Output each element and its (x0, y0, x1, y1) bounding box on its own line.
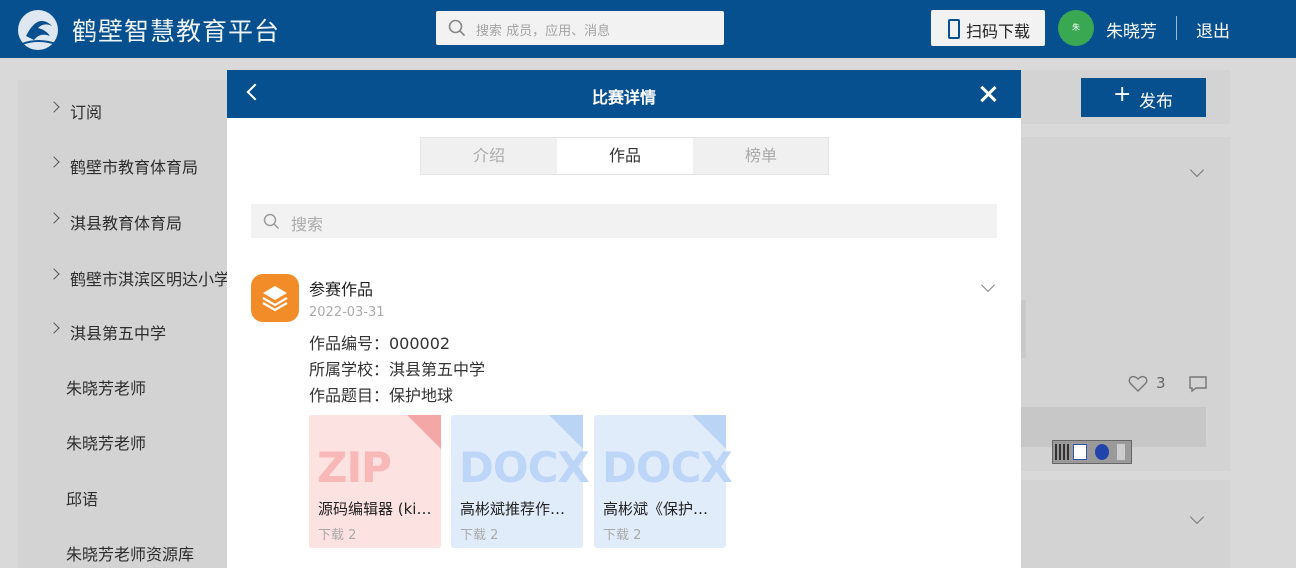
ime-toolbar[interactable] (1052, 440, 1132, 464)
tab-ranking[interactable]: 榜单 (693, 138, 829, 174)
file-download-count: 下载 2 (318, 528, 357, 543)
tab-intro[interactable]: 介绍 (421, 138, 557, 174)
file-card[interactable]: ZIP 源码编辑器 (kitten) 下载 2 (309, 415, 441, 548)
arrow-icon[interactable] (1117, 444, 1125, 460)
contest-detail-modal: 比赛详情 介绍 作品 榜单 搜索 参赛作品 2022-03-31 作品编号：00… (227, 70, 1021, 568)
file-download-count: 下载 2 (603, 528, 642, 543)
search-icon (263, 213, 279, 229)
file-name: 源码编辑器 (kitten) (318, 500, 436, 518)
modal-header: 比赛详情 (227, 70, 1021, 118)
chevron-down-icon[interactable] (1189, 509, 1205, 525)
works-search-input[interactable]: 搜索 (251, 204, 997, 238)
sidebar-subitem[interactable]: 朱晓芳老师资源库 (66, 541, 194, 565)
feed-card (1020, 480, 1230, 568)
plus-icon: + (1113, 82, 1132, 107)
scan-download-label: 扫码下载 (966, 22, 1031, 41)
modal-title: 比赛详情 (591, 88, 656, 107)
chevron-down-icon[interactable] (1189, 162, 1205, 178)
entry-number: 作品编号：000002 (309, 334, 451, 353)
help-icon[interactable] (1095, 444, 1109, 460)
sidebar-subitem[interactable]: 朱晓芳老师 (66, 430, 146, 454)
file-type-label: DOCX (602, 443, 733, 492)
logo-icon (18, 10, 58, 50)
like-count: 3 (1156, 374, 1166, 392)
close-icon[interactable] (976, 82, 1000, 106)
file-name: 高彬斌推荐作品说明 (460, 500, 578, 518)
username[interactable]: 朱晓芳 (1106, 17, 1157, 42)
sidebar-item-label: 淇县教育体育局 (70, 214, 183, 233)
entry-school: 所属学校：淇县第五中学 (309, 360, 486, 379)
entry-title: 参赛作品 (309, 280, 374, 299)
sidebar: 订阅 鹤壁市教育体育局 淇县教育体育局 鹤壁市淇滨区明达小学 淇县第五中学 朱晓… (18, 80, 238, 568)
heart-icon (1128, 375, 1148, 392)
search-placeholder: 搜索 成员，应用、消息 (476, 24, 611, 39)
global-search-input[interactable]: 搜索 成员，应用、消息 (436, 11, 724, 45)
sidebar-subitem[interactable]: 邱语 (66, 486, 98, 510)
publish-label: 发布 (1139, 92, 1173, 112)
search-placeholder: 搜索 (291, 215, 324, 234)
sidebar-item-label: 订阅 (70, 103, 103, 122)
file-download-count: 下载 2 (460, 528, 499, 543)
logout-link[interactable]: 退出 (1196, 17, 1230, 42)
file-card[interactable]: DOCX 高彬斌推荐作品说明 下载 2 (451, 415, 590, 548)
avatar[interactable]: 朱 (1058, 10, 1094, 46)
file-type-label: ZIP (317, 443, 392, 492)
scan-download-button[interactable]: 扫码下载 (931, 10, 1045, 46)
sidebar-item-label: 鹤壁市淇滨区明达小学 (70, 270, 231, 289)
chevron-right-icon (48, 101, 60, 113)
sidebar-item-label: 淇县第五中学 (70, 324, 167, 343)
chevron-right-icon (48, 268, 60, 280)
sidebar-subitem[interactable]: 朱晓芳老师 (66, 375, 146, 399)
chevron-right-icon (48, 322, 60, 334)
entry-date: 2022-03-31 (309, 305, 385, 320)
divider (1176, 16, 1177, 40)
search-icon (448, 19, 466, 37)
file-type-label: DOCX (459, 443, 590, 492)
layers-icon (251, 274, 299, 322)
file-card[interactable]: DOCX 高彬斌《保护地球》 下载 2 (594, 415, 733, 548)
chevron-down-icon[interactable] (980, 277, 996, 293)
brand-title: 鹤壁智慧教育平台 (72, 17, 281, 46)
comment-icon[interactable] (1188, 375, 1208, 393)
tab-bar: 介绍 作品 榜单 (420, 137, 829, 175)
grip-icon (1055, 444, 1069, 460)
chevron-right-icon (48, 212, 60, 224)
phone-icon (948, 19, 960, 39)
entry-topic: 作品题目：保护地球 (309, 386, 454, 405)
sidebar-item-label: 鹤壁市教育体育局 (70, 158, 199, 177)
file-name: 高彬斌《保护地球》 (603, 500, 721, 518)
top-bar: 鹤壁智慧教育平台 搜索 成员，应用、消息 扫码下载 朱 朱晓芳 退出 (0, 0, 1296, 58)
file-fold (407, 415, 441, 449)
checkbox-icon[interactable] (1073, 444, 1087, 460)
publish-button[interactable]: + 发布 (1081, 78, 1206, 117)
chevron-right-icon (48, 156, 60, 168)
tab-works[interactable]: 作品 (557, 138, 693, 174)
